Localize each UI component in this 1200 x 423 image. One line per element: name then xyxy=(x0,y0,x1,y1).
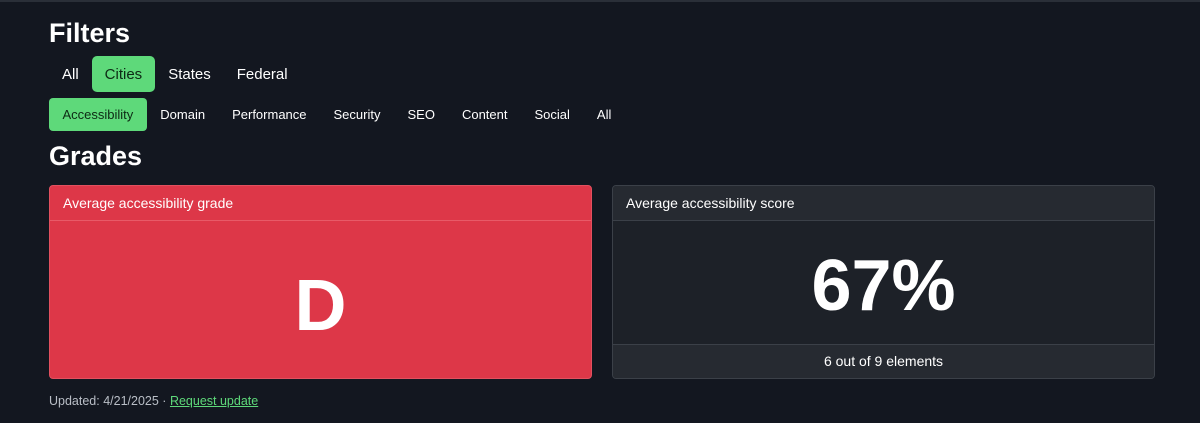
request-update-link[interactable]: Request update xyxy=(170,394,258,408)
score-value: 67% xyxy=(811,245,956,326)
scope-tab-all[interactable]: All xyxy=(49,56,92,92)
category-tab-domain[interactable]: Domain xyxy=(147,98,219,131)
score-card-body: 67% xyxy=(613,221,1154,345)
category-tab-bar: Accessibility Domain Performance Securit… xyxy=(49,98,625,131)
score-card: Average accessibility score 67% 6 out of… xyxy=(612,185,1155,379)
grade-letter: D xyxy=(294,265,347,346)
top-divider xyxy=(0,0,1200,2)
category-tab-social[interactable]: Social xyxy=(521,98,583,131)
updated-text: Updated: 4/21/2025 · xyxy=(49,394,170,408)
grade-card-body: D xyxy=(50,221,591,378)
scope-tab-states[interactable]: States xyxy=(155,56,224,92)
filters-heading: Filters xyxy=(49,18,131,48)
category-tab-security[interactable]: Security xyxy=(320,98,394,131)
category-tab-seo[interactable]: SEO xyxy=(394,98,448,131)
category-tab-content[interactable]: Content xyxy=(448,98,521,131)
scope-tab-cities[interactable]: Cities xyxy=(91,56,156,92)
grade-card-header: Average accessibility grade xyxy=(50,186,591,221)
scope-tab-federal[interactable]: Federal xyxy=(224,56,301,92)
category-tab-all[interactable]: All xyxy=(583,98,624,131)
grade-card: Average accessibility grade D xyxy=(49,185,592,379)
updated-line: Updated: 4/21/2025 · Request update xyxy=(49,394,258,408)
category-tab-accessibility[interactable]: Accessibility xyxy=(49,98,147,131)
scope-tab-bar: All Cities States Federal xyxy=(49,56,301,92)
score-card-header: Average accessibility score xyxy=(613,186,1154,221)
score-card-footer: 6 out of 9 elements xyxy=(613,345,1154,378)
grades-heading: Grades xyxy=(49,141,143,171)
category-tab-performance[interactable]: Performance xyxy=(219,98,320,131)
